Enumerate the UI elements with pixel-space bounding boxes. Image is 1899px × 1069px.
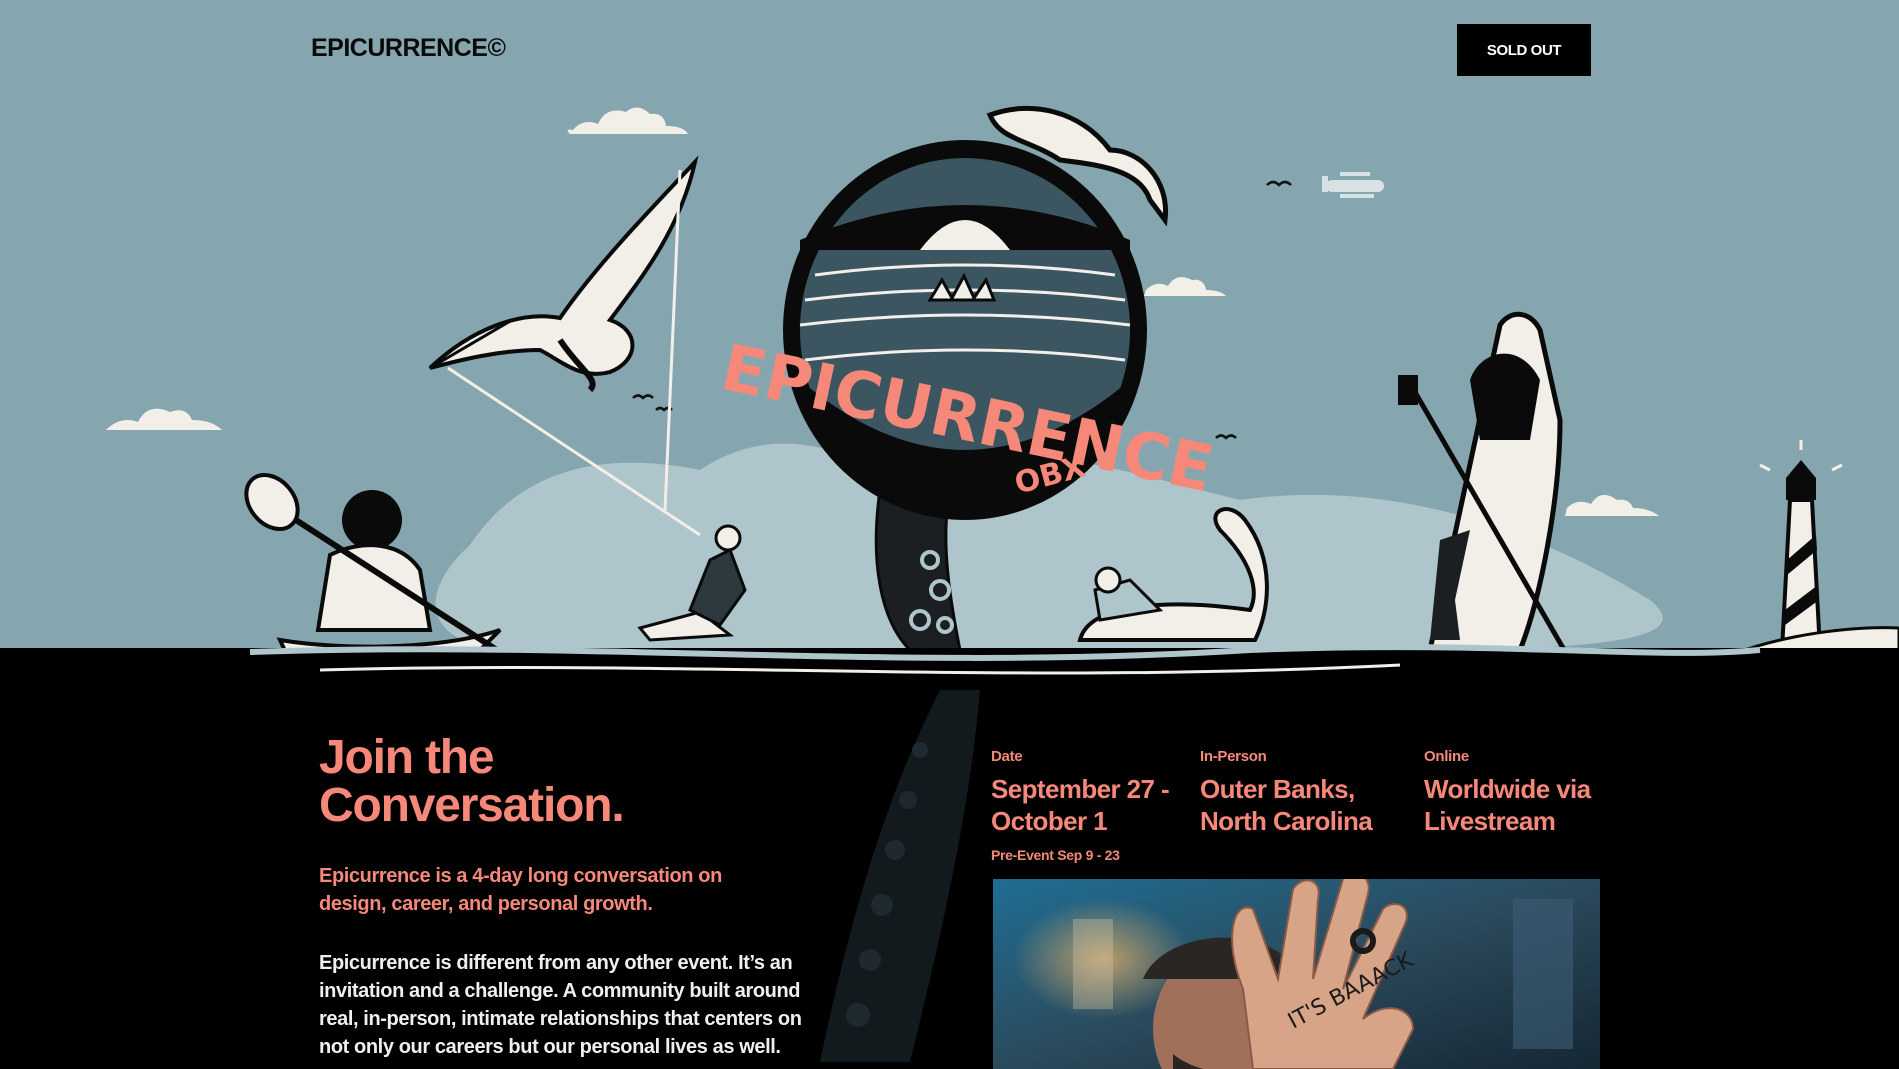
date-value-line-1: September 27 -	[991, 774, 1170, 804]
site-logo[interactable]: EPICURRENCE©	[311, 34, 506, 63]
tentacle-shadow-decoration	[820, 690, 980, 1062]
online-label: Online	[1424, 748, 1469, 765]
in-person-label: In-Person	[1200, 748, 1267, 765]
video-frame: IT'S BAAACK	[993, 879, 1600, 1069]
in-person-value-line-2: North Carolina	[1200, 806, 1373, 836]
cloud	[1565, 494, 1659, 516]
section-headline: Join the Conversation.	[319, 731, 625, 832]
hero-art: EPICURRENCE OBX	[0, 106, 1899, 690]
date-label: Date	[991, 748, 1023, 765]
online-value-line-2: Livestream	[1424, 806, 1556, 836]
in-person-value-line-1: Outer Banks,	[1200, 774, 1355, 804]
headline-line-1: Join the	[319, 731, 495, 784]
seagull	[428, 155, 699, 393]
promo-video[interactable]: IT'S BAAACK	[993, 879, 1600, 1069]
intro-section: Join the Conversation. Epicurrence is a …	[0, 690, 1899, 1069]
body-text: Epicurrence is different from any other …	[319, 952, 802, 1058]
sold-out-button[interactable]: SOLD OUT	[1457, 24, 1591, 76]
lede-text: Epicurrence is a 4-day long conversation…	[319, 865, 722, 915]
cloud	[1144, 277, 1226, 296]
seaplane	[1322, 172, 1384, 198]
info-online: Online Worldwide via Livestream	[1424, 748, 1591, 837]
pre-event-note: Pre-Event Sep 9 - 23	[991, 847, 1120, 863]
online-value-line-1: Worldwide via	[1424, 774, 1591, 804]
info-in-person: In-Person Outer Banks, North Carolina	[1200, 748, 1373, 837]
cloud	[567, 107, 688, 134]
info-date: Date September 27 - October 1 Pre-Event …	[991, 748, 1170, 863]
date-value-line-2: October 1	[991, 806, 1108, 836]
cloud	[106, 408, 222, 430]
lighthouse	[1686, 440, 1899, 682]
hero-illustration: EPICURRENCE OBX EPICURRENCE© SOLD OUT	[0, 0, 1899, 690]
headline-line-2: Conversation.	[319, 779, 625, 832]
